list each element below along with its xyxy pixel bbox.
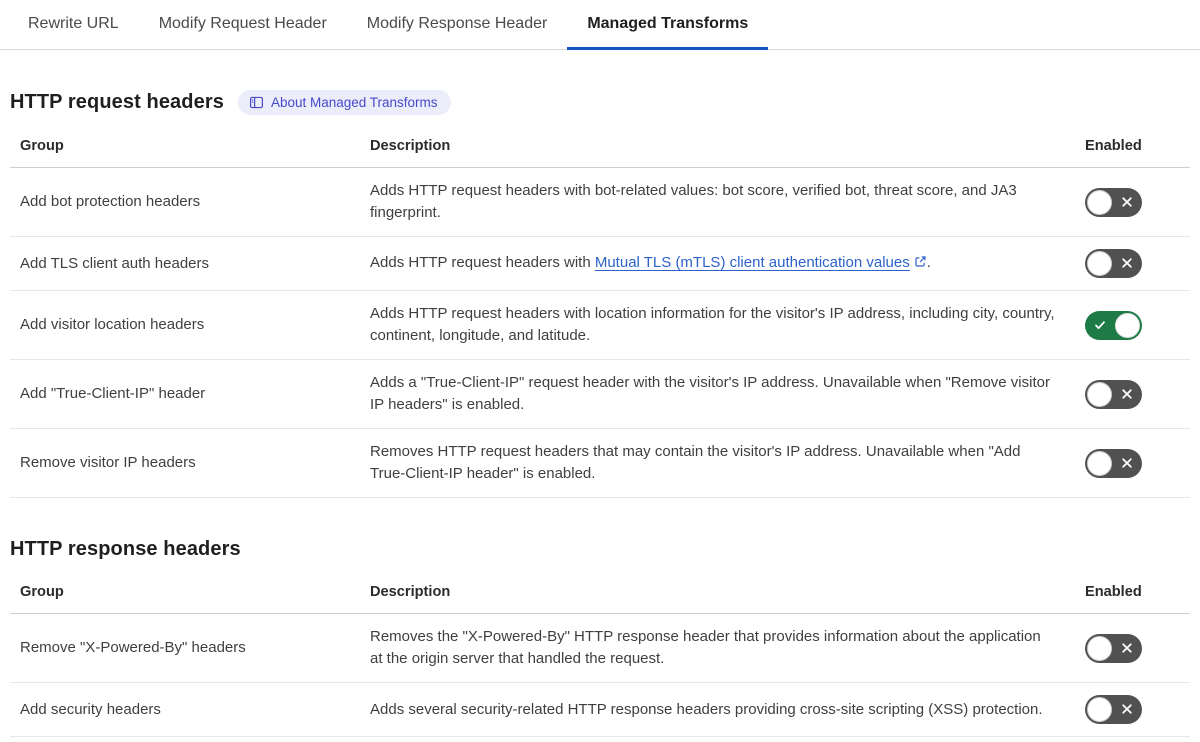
toggle-knob (1087, 697, 1112, 722)
column-header-description: Description (370, 584, 451, 600)
response-headers-title: HTTP response headers (10, 538, 241, 560)
column-header-group: Group (20, 584, 64, 600)
request-headers-title: HTTP request headers (10, 91, 224, 113)
row-description: Adds HTTP request headers with location … (370, 305, 1055, 344)
column-header-group: Group (20, 138, 64, 154)
toggle-knob (1087, 635, 1112, 661)
row-description: Adds a "True-Client-IP" request header w… (370, 374, 1050, 413)
enabled-toggle[interactable] (1085, 310, 1142, 340)
toggle-knob (1087, 251, 1112, 276)
response-table-header: Group Description Enabled (10, 575, 1190, 614)
book-icon (249, 95, 264, 110)
table-row: Add "True-Client-IP" header Adds a "True… (10, 360, 1190, 429)
tab-modify-request-header[interactable]: Modify Request Header (139, 0, 347, 50)
row-group: Remove visitor IP headers (20, 454, 196, 471)
response-headers-section-head: HTTP response headers (10, 538, 1190, 561)
tab-managed-transforms[interactable]: Managed Transforms (567, 0, 769, 50)
request-headers-section-head: HTTP request headers About Managed Trans… (10, 90, 1190, 115)
table-row: Add visitor location headers Adds HTTP r… (10, 291, 1190, 360)
toggle-knob (1087, 381, 1112, 407)
enabled-toggle[interactable] (1085, 379, 1142, 409)
table-row: Remove "X-Powered-By" headers Removes th… (10, 614, 1190, 683)
row-group: Add TLS client auth headers (20, 254, 210, 272)
table-row: Add security headers Adds several securi… (10, 683, 1190, 737)
check-icon (1094, 319, 1106, 334)
mtls-link[interactable]: Mutual TLS (mTLS) client authentication … (595, 254, 927, 271)
tab-rewrite-url[interactable]: Rewrite URL (8, 0, 139, 50)
external-link-icon (914, 253, 927, 275)
request-table-header: Group Description Enabled (10, 129, 1190, 168)
tab-bar: Rewrite URL Modify Request Header Modify… (0, 0, 1200, 50)
row-group: Add visitor location headers (20, 316, 205, 333)
about-managed-transforms-badge[interactable]: About Managed Transforms (237, 90, 451, 115)
tab-modify-response-header[interactable]: Modify Response Header (347, 0, 568, 50)
row-description: Adds several security-related HTTP respo… (370, 700, 1043, 718)
row-group: Add "True-Client-IP" header (20, 385, 206, 402)
response-headers-table: Group Description Enabled Remove "X-Powe… (10, 575, 1190, 737)
x-icon (1121, 257, 1133, 272)
request-headers-table: Group Description Enabled Add bot protec… (10, 129, 1190, 498)
row-description: Adds HTTP request headers with Mutual TL… (360, 240, 1085, 287)
row-group: Add security headers (20, 700, 161, 718)
enabled-toggle[interactable] (1085, 633, 1142, 663)
enabled-toggle[interactable] (1085, 695, 1142, 724)
x-icon (1121, 196, 1133, 211)
column-header-description: Description (370, 138, 451, 154)
badge-label: About Managed Transforms (270, 94, 438, 110)
row-group: Add bot protection headers (20, 193, 201, 210)
row-description: Adds HTTP request headers with bot-relat… (370, 182, 1017, 221)
table-row: Add TLS client auth headers Adds HTTP re… (10, 237, 1190, 291)
table-row: Add bot protection headers Adds HTTP req… (10, 168, 1190, 237)
enabled-toggle[interactable] (1085, 249, 1142, 278)
row-group: Remove "X-Powered-By" headers (20, 639, 246, 656)
x-icon (1121, 457, 1133, 472)
column-header-enabled: Enabled (1085, 584, 1142, 600)
toggle-knob (1115, 312, 1140, 338)
toggle-knob (1087, 189, 1112, 215)
x-icon (1121, 703, 1133, 718)
enabled-toggle[interactable] (1085, 448, 1142, 478)
row-description: Removes HTTP request headers that may co… (370, 443, 1021, 482)
x-icon (1121, 642, 1133, 657)
enabled-toggle[interactable] (1085, 187, 1142, 217)
row-description: Removes the "X-Powered-By" HTTP response… (370, 628, 1041, 667)
table-row: Remove visitor IP headers Removes HTTP r… (10, 429, 1190, 498)
column-header-enabled: Enabled (1085, 138, 1142, 154)
x-icon (1121, 388, 1133, 403)
toggle-knob (1087, 450, 1112, 476)
